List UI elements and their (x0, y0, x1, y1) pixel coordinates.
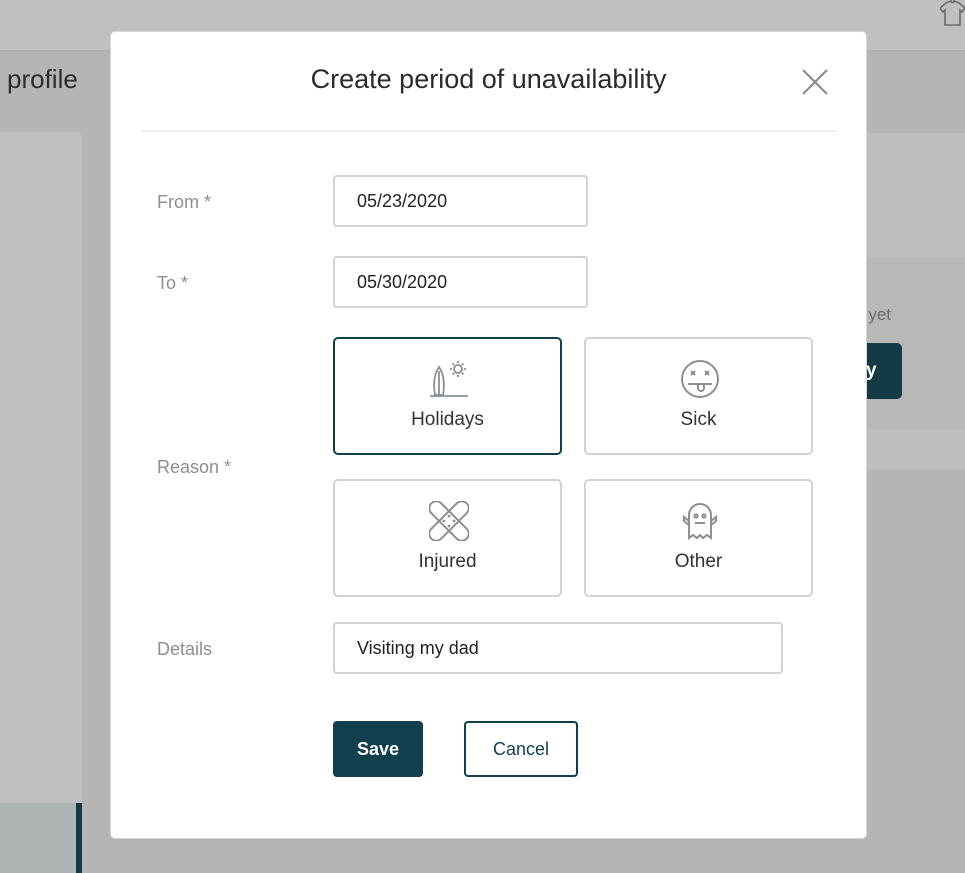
background-right-card (866, 133, 965, 258)
reason-label-sick: Sick (680, 409, 717, 430)
unavailability-modal: Create period of unavailability From * T… (111, 32, 866, 838)
reason-label-holidays: Holidays (411, 409, 484, 430)
reason-label: Reason * (157, 457, 232, 477)
cancel-button[interactable]: Cancel (464, 721, 578, 777)
reason-label-injured: Injured (418, 551, 477, 572)
reason-option-holidays[interactable]: Holidays (333, 337, 562, 455)
to-date-input[interactable] (333, 256, 588, 308)
background-left-tab (0, 803, 76, 873)
reason-option-injured[interactable]: Injured (333, 479, 562, 597)
modal-title: Create period of unavailability (310, 64, 667, 94)
background-right-strip (866, 430, 965, 470)
from-date-input[interactable] (333, 175, 588, 227)
background-page-title: profile (7, 64, 78, 94)
sick-face-icon (681, 360, 719, 398)
background-left-indicator (76, 803, 82, 873)
background-right-button[interactable]: y (866, 343, 902, 399)
reason-option-other[interactable]: Other (584, 479, 813, 597)
surfboard-sun-icon (430, 361, 468, 397)
background-right-text: yet (868, 305, 891, 324)
reason-label-other: Other (674, 551, 723, 572)
bandage-icon (429, 501, 469, 541)
save-button[interactable]: Save (333, 721, 423, 777)
ghost-icon (683, 503, 717, 540)
details-input[interactable] (333, 622, 783, 674)
close-icon[interactable] (801, 68, 829, 96)
from-label: From * (157, 192, 211, 212)
tshirt-icon[interactable] (940, 0, 965, 26)
background-left-card (0, 132, 82, 803)
details-label: Details (157, 639, 213, 659)
modal-divider (141, 130, 836, 132)
reason-option-sick[interactable]: Sick (584, 337, 813, 455)
to-label: To * (157, 273, 189, 293)
